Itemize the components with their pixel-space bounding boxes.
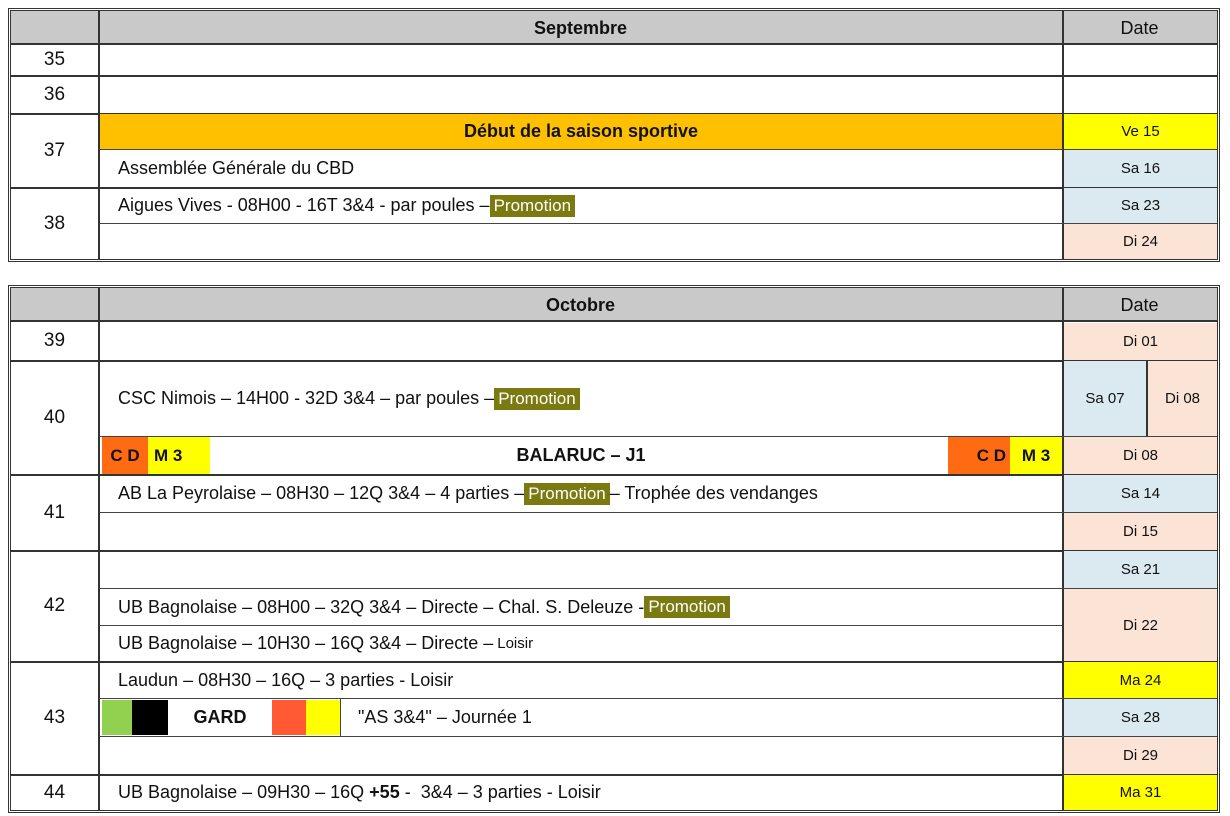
promotion-badge: Promotion [524,482,610,505]
week-40: 40 [43,406,66,428]
ub-bagnolaise-55-event: UB Bagnolaise – 09H30 – 16Q +55 - 3&4 – … [100,775,1062,810]
gard-row: GARD "AS 3&4" – Journée 1 [100,699,1062,736]
date-sa21: Sa 21 [1064,551,1217,588]
m3-tag-right: M 3 [1010,437,1062,474]
ab-la-peyrolaise-text: AB La Peyrolaise – 08H30 – 12Q 3&4 – 4 p… [118,483,525,503]
week-44: 44 [43,781,66,803]
aigues-vives-event: Aigues Vives - 08H00 - 16T 3&4 - par pou… [100,188,1062,223]
week-38: 38 [43,212,66,234]
octobre-table: Octobre Date 39 40 41 42 43 44 Di 01 CSC… [8,285,1220,813]
gard-swatch-green [102,700,132,735]
loisir-label: Loisir [497,635,534,652]
date-di22: Di 22 [1064,589,1217,661]
week-39: 39 [43,330,66,351]
season-start-banner: Début de la saison sportive [100,114,1062,149]
ub-bagnolaise-promo-event: UB Bagnolaise – 08H00 – 32Q 3&4 – Direct… [100,589,1062,625]
date-sa16: Sa 16 [1064,150,1217,187]
ub-bagnolaise-55-text-a: UB Bagnolaise – 09H30 – 16Q [118,782,370,802]
assemblee-generale-event: Assemblée Générale du CBD [118,158,355,178]
ub-bagnolaise-55-text-c: - 3&4 – 3 parties - Loisir [399,782,601,802]
ab-la-peyrolaise-event: AB La Peyrolaise – 08H30 – 12Q 3&4 – 4 p… [100,475,1062,512]
date-sa07: Sa 07 [1064,361,1146,436]
date-sa23: Sa 23 [1064,188,1217,223]
date-di01: Di 01 [1064,323,1217,360]
septembre-table: Septembre Date 35 36 37 38 Début de la s… [8,8,1220,262]
cd-tag-right: C D [948,437,1010,474]
promotion-badge: Promotion [489,194,576,217]
septembre-date-header: Date [1120,17,1159,38]
promotion-badge: Promotion [494,387,580,410]
csc-nimois-text: CSC Nimois – 14H00 - 32D 3&4 – par poule… [118,388,495,408]
trophee-text: – Trophée des vendanges [609,483,818,503]
septembre-title: Septembre [533,17,628,38]
ub-bagnolaise-loisir-text: UB Bagnolaise – 10H30 – 16Q 3&4 – Direct… [118,633,494,653]
plus-55-label: +55 [369,782,400,802]
gard-swatch-black [132,700,168,735]
date-di08-split: Di 08 [1148,361,1217,436]
gard-swatch-red [272,700,306,735]
balaruc-row: C D M 3 BALARUC – J1 C D M 3 [100,437,1062,474]
date-di08: Di 08 [1064,437,1217,474]
promotion-badge: Promotion [644,596,730,618]
octobre-title: Octobre [545,294,615,315]
ub-bagnolaise-text: UB Bagnolaise – 08H00 – 32Q 3&4 – Direct… [118,596,645,617]
week-35: 35 [43,49,66,70]
date-ma31: Ma 31 [1064,775,1217,810]
week-41: 41 [43,501,66,523]
date-sa14: Sa 14 [1064,475,1217,512]
date-sa28: Sa 28 [1064,699,1217,736]
ub-bagnolaise-loisir-event: UB Bagnolaise – 10H30 – 16Q 3&4 – Direct… [100,626,1062,661]
laudun-event: Laudun – 08H30 – 16Q – 3 parties - Loisi… [118,669,454,690]
date-di15: Di 15 [1064,513,1217,550]
date-ma24: Ma 24 [1064,662,1217,698]
week-36: 36 [43,83,66,105]
aigues-vives-text: Aigues Vives - 08H00 - 16T 3&4 - par pou… [118,195,490,215]
csc-nimois-event: CSC Nimois – 14H00 - 32D 3&4 – par poule… [100,361,1062,436]
date-di29: Di 29 [1064,737,1217,774]
gard-swatch-yellow [306,700,340,735]
octobre-date-header: Date [1120,294,1159,315]
gard-label: GARD [193,707,247,727]
balaruc-title: BALARUC – J1 [516,445,646,465]
date-di24: Di 24 [1064,224,1217,259]
week-37: 37 [43,139,66,161]
week-42: 42 [43,595,66,616]
week-43: 43 [43,707,66,728]
season-start-text: Début de la saison sportive [463,121,699,141]
date-ve15: Ve 15 [1064,114,1217,149]
as34-journee-text: "AS 3&4" – Journée 1 [358,707,532,727]
